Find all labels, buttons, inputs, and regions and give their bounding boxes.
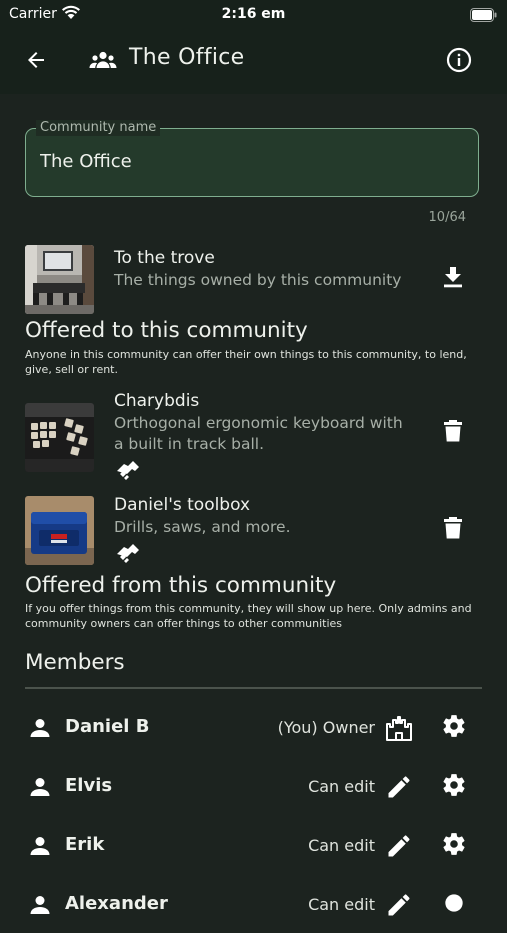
info-button[interactable]: [441, 44, 477, 80]
settings-button[interactable]: [438, 712, 470, 744]
pencil-icon: [385, 891, 413, 923]
download-icon: [442, 265, 464, 293]
members-title: Members: [25, 650, 125, 675]
member-name: Erik: [65, 834, 105, 855]
status-time: 2:16 em: [221, 6, 286, 22]
member-role: (You) Owner: [277, 718, 375, 737]
handshake-icon: [114, 457, 142, 485]
delete-icon: [443, 516, 463, 544]
gear-icon: [441, 890, 467, 920]
person-icon: [28, 834, 52, 862]
member-role: Can edit: [308, 777, 375, 796]
member-row[interactable]: Elvis Can edit: [0, 759, 507, 815]
offered-from-title: Offered from this community: [25, 573, 337, 598]
community-name-input[interactable]: [40, 151, 460, 172]
gear-icon: [441, 831, 467, 861]
member-row[interactable]: Alexander Can edit: [0, 877, 507, 933]
settings-button[interactable]: [438, 830, 470, 862]
item-title: Charybdis: [114, 391, 200, 411]
trove-thumbnail: [25, 245, 94, 314]
group-icon: [88, 48, 118, 76]
trove-title: To the trove: [114, 248, 215, 268]
member-role: Can edit: [308, 836, 375, 855]
offered-to-description: Anyone in this community can offer their…: [25, 348, 467, 376]
download-button[interactable]: [435, 261, 471, 297]
offered-from-description: If you offer things from this community,…: [25, 602, 472, 630]
pencil-icon: [385, 832, 413, 864]
back-button[interactable]: [18, 44, 54, 80]
arrow-left-icon: [24, 48, 48, 76]
settings-button[interactable]: [438, 889, 470, 921]
toolbox-thumbnail: [25, 496, 94, 565]
page-title: The Office: [129, 45, 245, 70]
item-title: Daniel's toolbox: [114, 495, 251, 515]
app-bar: The Office: [0, 30, 507, 94]
handshake-icon: [114, 540, 142, 568]
person-icon: [28, 775, 52, 803]
delete-button[interactable]: [435, 415, 471, 451]
charybdis-thumbnail: [25, 403, 94, 472]
divider: [25, 687, 482, 689]
person-icon: [28, 893, 52, 921]
delete-button[interactable]: [435, 512, 471, 548]
battery-icon: [470, 7, 497, 26]
castle-icon: [385, 714, 413, 746]
item-subtitle: Orthogonal ergonomic keyboard with a bui…: [114, 414, 403, 453]
info-icon: [446, 47, 472, 77]
person-icon: [28, 716, 52, 744]
community-name-label: Community name: [36, 120, 161, 136]
member-name: Alexander: [65, 893, 168, 914]
character-counter: 10/64: [428, 210, 466, 225]
item-subtitle: Drills, saws, and more.: [114, 518, 291, 536]
gear-icon: [441, 772, 467, 802]
offered-to-title: Offered to this community: [25, 318, 308, 343]
trove-subtitle: The things owned by this community: [114, 271, 402, 289]
delete-icon: [443, 419, 463, 447]
member-name: Daniel B: [65, 716, 150, 737]
pencil-icon: [385, 773, 413, 805]
member-name: Elvis: [65, 775, 113, 796]
member-role: Can edit: [308, 895, 375, 914]
member-row[interactable]: Daniel B (You) Owner: [0, 700, 507, 756]
status-bar: Carrier 2:16 em: [0, 0, 507, 30]
settings-button[interactable]: [438, 771, 470, 803]
member-row[interactable]: Erik Can edit: [0, 818, 507, 874]
community-name-field: Community name: [25, 120, 479, 197]
gear-icon: [441, 713, 467, 743]
